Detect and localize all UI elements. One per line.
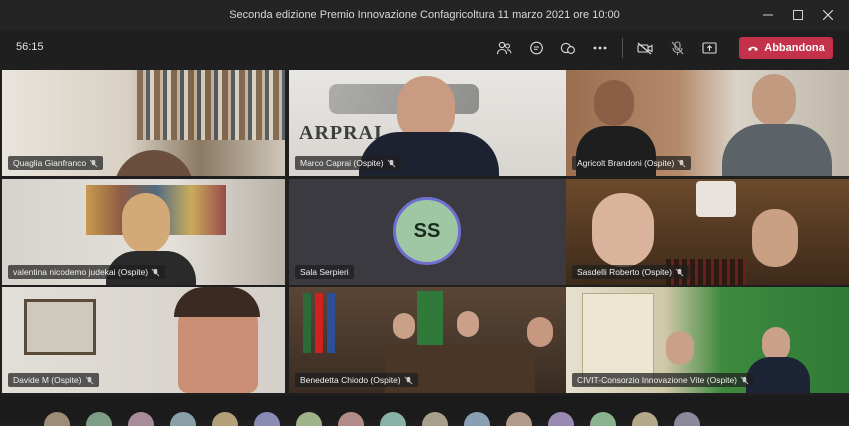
leave-button[interactable]: Abbandona xyxy=(739,37,833,59)
meeting-toolbar: 56:15 Abbandona xyxy=(0,30,849,66)
flag xyxy=(303,293,311,353)
participant-tile[interactable]: CIVIT-Consorzio Innovazione Vite (Ospite… xyxy=(566,287,849,393)
person-head xyxy=(122,193,170,253)
person-head xyxy=(752,74,796,126)
avatar[interactable] xyxy=(170,412,196,426)
person-head xyxy=(397,76,455,140)
avatar[interactable] xyxy=(422,412,448,426)
bookshelf xyxy=(137,70,285,140)
participant-tile[interactable]: Agricolt Brandoni (Ospite) xyxy=(566,70,849,176)
person-head xyxy=(594,80,634,126)
participant-name-tag: Davide M (Ospite) xyxy=(8,373,99,387)
person-body xyxy=(722,124,832,176)
toolbar-divider xyxy=(622,38,623,58)
participant-name-tag: Sala Serpieri xyxy=(295,265,354,279)
avatar[interactable] xyxy=(506,412,532,426)
avatar[interactable] xyxy=(296,412,322,426)
avatar[interactable] xyxy=(212,412,238,426)
mic-off-icon xyxy=(677,159,686,167)
leave-label: Abbandona xyxy=(764,42,825,54)
participant-tile[interactable]: Davide M (Ospite) xyxy=(2,287,285,393)
avatar[interactable] xyxy=(674,412,700,426)
mic-off-icon xyxy=(85,376,93,384)
avatar[interactable] xyxy=(128,412,154,426)
participants-icon[interactable] xyxy=(488,34,520,62)
participant-name-tag: Agricolt Brandoni (Ospite) xyxy=(572,156,692,170)
person-head xyxy=(393,313,415,339)
avatar[interactable] xyxy=(632,412,658,426)
flag xyxy=(327,293,335,353)
mic-off-icon xyxy=(151,268,160,276)
mic-off-icon xyxy=(675,268,684,276)
flag xyxy=(315,293,323,353)
chat-icon[interactable] xyxy=(520,34,552,62)
participant-tile[interactable]: Benedetta Chiodo (Ospite) xyxy=(289,287,572,393)
avatar: SS xyxy=(393,197,461,265)
participant-tile[interactable]: Quaglia Gianfranco xyxy=(2,70,285,176)
person-head xyxy=(752,209,798,267)
participant-tile[interactable]: ARPRAI Marco Caprai (Ospite) xyxy=(289,70,572,176)
mic-off-icon[interactable] xyxy=(661,34,693,62)
mic-off-icon xyxy=(387,159,396,167)
avatar[interactable] xyxy=(254,412,280,426)
window-titlebar: Seconda edizione Premio Innovazione Conf… xyxy=(0,0,849,30)
mic-off-icon xyxy=(740,376,749,384)
person-hair xyxy=(174,287,260,317)
camera-off-icon[interactable] xyxy=(629,34,661,62)
close-icon[interactable] xyxy=(815,4,841,26)
hang-up-icon xyxy=(748,46,759,51)
person-head xyxy=(762,327,790,361)
share-screen-icon[interactable] xyxy=(693,34,725,62)
participant-tile[interactable]: valentina nicodemo judekai (Ospite) xyxy=(2,179,285,285)
participant-name-tag: Sasdelli Roberto (Ospite) xyxy=(572,265,689,279)
meeting-timer: 56:15 xyxy=(16,41,44,53)
participant-name-tag: Marco Caprai (Ospite) xyxy=(295,156,401,170)
window-title: Seconda edizione Premio Innovazione Conf… xyxy=(229,9,620,21)
avatar[interactable] xyxy=(380,412,406,426)
person-body xyxy=(746,357,810,393)
avatar[interactable] xyxy=(338,412,364,426)
avatar[interactable] xyxy=(548,412,574,426)
participant-name-tag: CIVIT-Consorzio Innovazione Vite (Ospite… xyxy=(572,373,754,387)
meeting-controls: Abbandona xyxy=(488,34,833,62)
avatar[interactable] xyxy=(464,412,490,426)
poster xyxy=(582,293,654,385)
participant-tile[interactable]: Sasdelli Roberto (Ospite) xyxy=(566,179,849,285)
participant-name-tag: Quaglia Gianfranco xyxy=(8,156,104,170)
maximize-icon[interactable] xyxy=(785,4,811,26)
person-head xyxy=(666,331,694,365)
avatar[interactable] xyxy=(44,412,70,426)
framed-picture xyxy=(24,299,96,355)
avatar[interactable] xyxy=(590,412,616,426)
person-head xyxy=(457,311,479,337)
participant-tile[interactable]: SS Sala Serpieri xyxy=(289,179,572,285)
avatar[interactable] xyxy=(86,412,112,426)
person-head xyxy=(592,193,654,267)
reactions-icon[interactable] xyxy=(552,34,584,62)
mic-off-icon xyxy=(89,159,98,167)
person-head xyxy=(527,317,553,347)
participant-name-tag: valentina nicodemo judekai (Ospite) xyxy=(8,265,166,279)
more-options-icon[interactable] xyxy=(584,34,616,62)
mic-off-icon xyxy=(404,376,413,384)
video-grid: Quaglia Gianfranco ARPRAI Marco Caprai (… xyxy=(2,70,849,393)
participant-name-tag: Benedetta Chiodo (Ospite) xyxy=(295,373,418,387)
window-controls xyxy=(755,0,841,30)
participant-avatar-strip xyxy=(0,396,849,426)
minimize-icon[interactable] xyxy=(755,4,781,26)
logo-panel xyxy=(696,181,736,217)
